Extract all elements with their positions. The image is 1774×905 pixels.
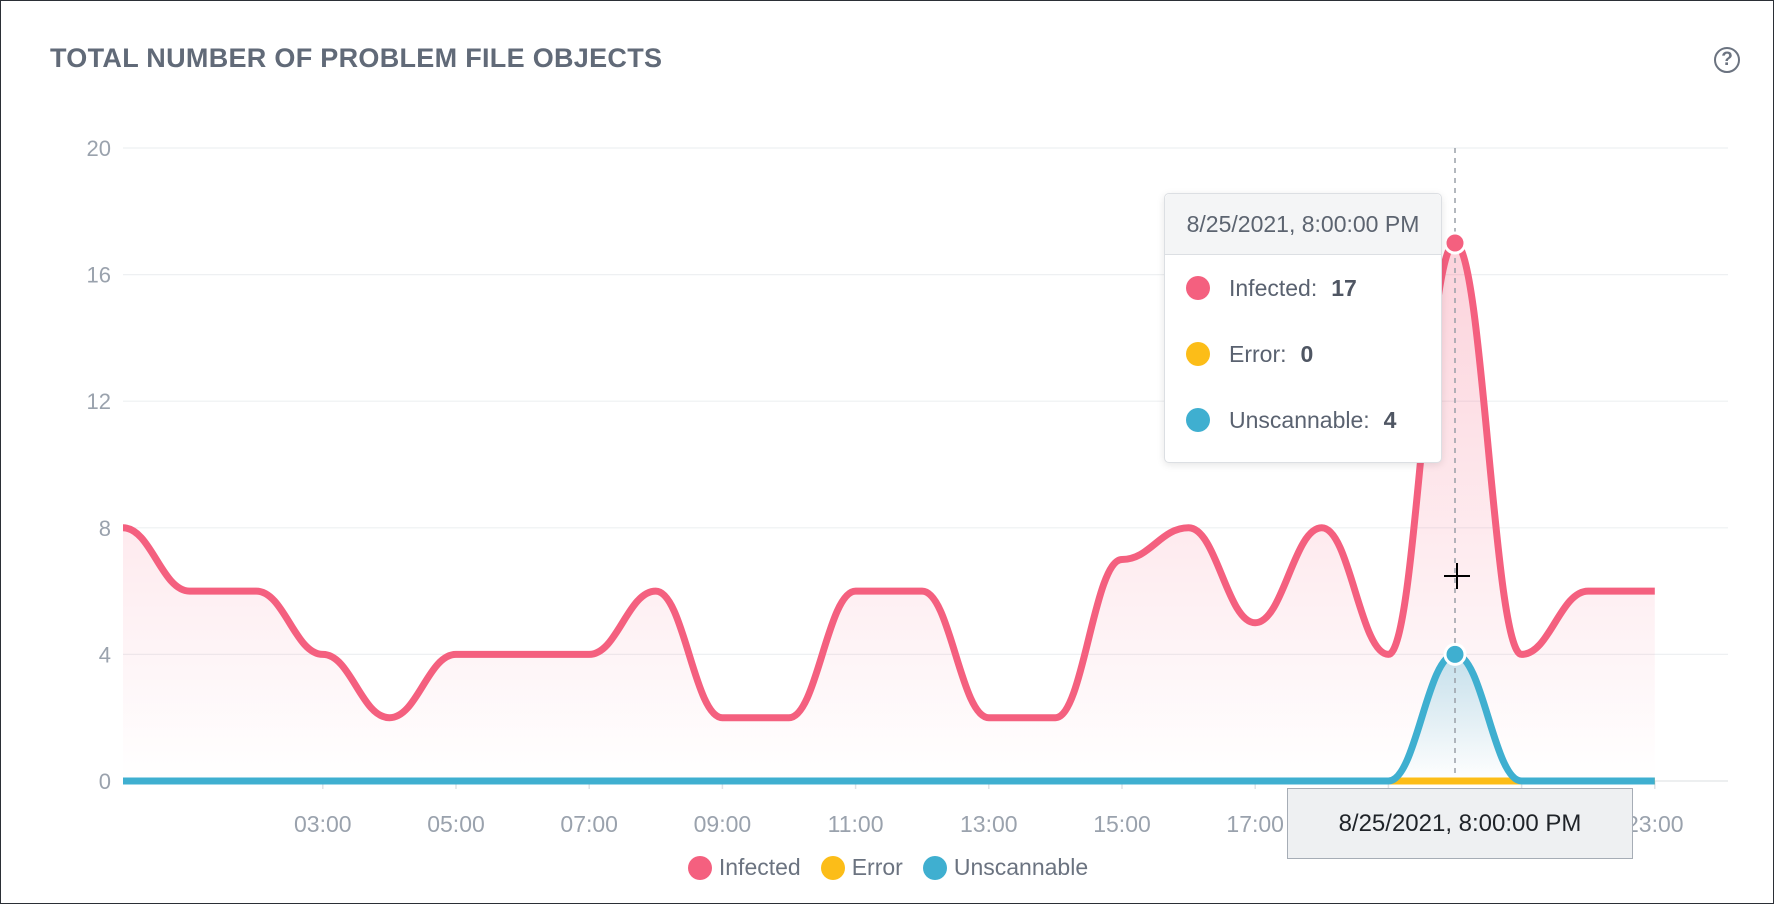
chart-panel: TOTAL NUMBER OF PROBLEM FILE OBJECTS ? 0… (0, 0, 1774, 904)
legend-item-error[interactable]: Error (820, 854, 903, 881)
y-tick-label: 4 (99, 642, 111, 667)
tooltip-value: 4 (1383, 406, 1397, 433)
tooltip-label: Infected: (1229, 274, 1318, 301)
x-tick-label: 09:00 (694, 811, 752, 837)
legend-item-unscannable[interactable]: Unscannable (922, 854, 1089, 881)
x-tick-label: 23:00 (1626, 811, 1684, 837)
tooltip-row-infected: Infected: 17 (1165, 255, 1441, 321)
tooltip-row-unscannable: Unscannable: 4 (1165, 387, 1441, 453)
tooltip-value: 0 (1300, 340, 1314, 367)
error-dot-icon (1186, 342, 1210, 366)
y-axis: 0 4 8 12 16 20 (87, 136, 111, 794)
infected-hover-marker (1443, 231, 1467, 255)
unscannable-dot-icon (1186, 408, 1210, 432)
x-tick-label: 05:00 (427, 811, 485, 837)
tooltip-value: 17 (1331, 274, 1357, 301)
line-chart[interactable]: 0 4 8 12 16 20 03:00 05:00 07:00 09:00 11:00 13:00… (1, 1, 1774, 905)
legend-label: Error (851, 854, 903, 880)
x-tick-label: 15:00 (1093, 811, 1151, 837)
legend-item-infected[interactable]: Infected (687, 854, 801, 881)
infected-dot-icon (1186, 276, 1210, 300)
legend-label: Infected (718, 854, 801, 880)
x-tick-label: 11:00 (828, 811, 884, 837)
unscannable-hover-marker (1443, 642, 1467, 666)
tooltip-row-error: Error: 0 (1165, 321, 1441, 387)
tooltip-label: Error: (1229, 340, 1287, 367)
x-tick-label: 13:00 (960, 811, 1018, 837)
y-tick-label: 16 (87, 263, 111, 288)
unscannable-dot-icon (922, 855, 947, 880)
y-tick-label: 8 (99, 516, 111, 541)
x-tick-label: 07:00 (560, 811, 618, 837)
legend: Infected Error Unscannable (1, 854, 1774, 881)
legend-label: Unscannable (953, 854, 1089, 880)
x-tick-label: 17:00 (1226, 811, 1284, 837)
infected-dot-icon (687, 855, 712, 880)
y-tick-label: 12 (87, 389, 111, 414)
hover-x-label: 8/25/2021, 8:00:00 PM (1287, 788, 1633, 859)
x-tick-label: 03:00 (294, 811, 352, 837)
tooltip-header: 8/25/2021, 8:00:00 PM (1165, 194, 1441, 255)
y-tick-label: 20 (87, 136, 111, 161)
tooltip-label: Unscannable: (1229, 406, 1370, 433)
data-tooltip: 8/25/2021, 8:00:00 PM Infected: 17 Error… (1164, 193, 1442, 463)
error-dot-icon (820, 855, 845, 880)
y-tick-label: 0 (99, 769, 111, 794)
